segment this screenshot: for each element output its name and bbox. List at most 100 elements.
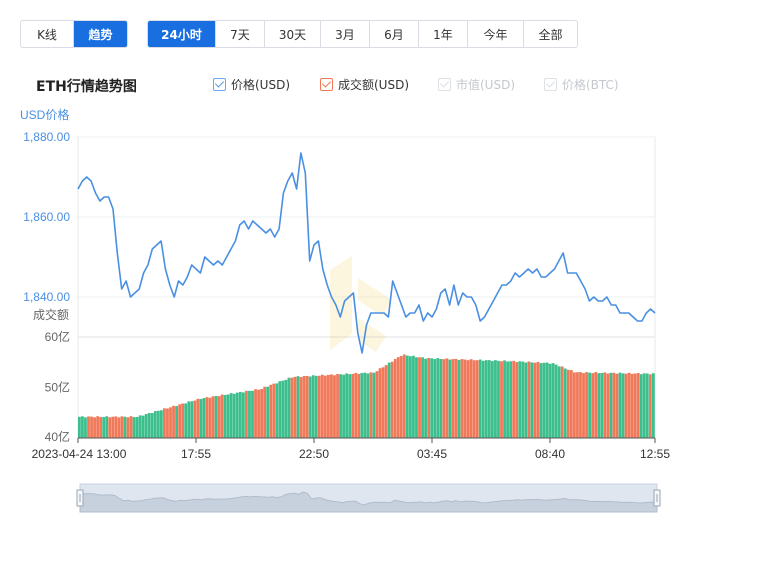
volume-bar	[551, 363, 555, 438]
volume-bar	[129, 416, 133, 438]
volume-bar	[163, 408, 166, 438]
volume-bar	[615, 373, 619, 438]
volume-bar	[345, 373, 349, 438]
volume-bar	[248, 390, 251, 438]
volume-bars	[78, 354, 655, 438]
x-tick-label: 12:55	[640, 447, 670, 461]
navigator-handle-left[interactable]	[76, 489, 84, 507]
volume-bar	[87, 416, 90, 438]
volume-bar	[636, 373, 640, 438]
volume-bar	[323, 375, 327, 438]
volume-bar	[308, 376, 312, 438]
volume-bar	[181, 403, 185, 438]
volume-bar	[135, 416, 139, 438]
volume-bar	[302, 375, 306, 438]
volume-bar	[166, 408, 169, 438]
volume-bar	[475, 360, 479, 438]
volume-bar	[284, 379, 288, 438]
volume-bar	[111, 416, 115, 438]
volume-bar	[172, 405, 175, 438]
volume-bar	[169, 407, 172, 438]
x-tick-label: 22:50	[299, 447, 329, 461]
volume-bar	[399, 356, 403, 438]
volume-bar	[214, 396, 218, 438]
volume-bar	[424, 358, 427, 438]
volume-bar	[509, 361, 513, 438]
price-line	[77, 152, 656, 354]
volume-bar	[524, 362, 528, 438]
volume-bar	[436, 358, 440, 438]
volume-bar	[639, 374, 643, 438]
volume-bar	[536, 361, 540, 438]
volume-bar	[90, 416, 93, 438]
volume-bar	[348, 374, 352, 438]
volume-bar	[624, 373, 628, 438]
volume-bar	[506, 361, 509, 438]
volume-bar	[241, 392, 245, 438]
navigator-handle-right[interactable]	[653, 489, 661, 507]
watermark-shape	[330, 256, 352, 350]
volume-bar	[235, 392, 239, 438]
volume-bar	[190, 401, 194, 438]
volume-bar	[466, 360, 470, 438]
volume-bar	[375, 371, 379, 438]
volume-bar	[454, 358, 458, 438]
volume-bar	[402, 354, 406, 438]
volume-bar	[138, 415, 142, 438]
volume-bar	[579, 372, 582, 438]
volume-bar	[99, 417, 103, 438]
volume-bar	[317, 375, 321, 438]
volume-bar	[560, 366, 564, 438]
volume-bar	[150, 413, 154, 438]
range-navigator	[76, 483, 661, 513]
volume-tick-label: 60亿	[45, 329, 70, 344]
volume-bar	[366, 373, 370, 438]
volume-bar	[144, 413, 148, 438]
watermark-logo	[330, 256, 392, 352]
volume-bar	[588, 372, 591, 438]
volume-bar	[293, 376, 297, 438]
volume-bar	[539, 363, 543, 438]
volume-bar	[78, 416, 81, 438]
volume-bar	[457, 359, 461, 438]
volume-bar	[384, 365, 388, 438]
volume-bar	[187, 401, 191, 438]
volume-bar	[175, 406, 178, 438]
volume-bar	[245, 390, 248, 438]
volume-bar	[211, 396, 215, 438]
volume-bar	[627, 372, 631, 438]
watermark-shape	[358, 278, 392, 316]
volume-bar	[548, 363, 552, 438]
volume-bar	[260, 389, 263, 438]
volume-bar	[521, 361, 525, 438]
x-tick-label: 03:45	[417, 447, 447, 461]
volume-bar	[642, 373, 646, 438]
volume-bar	[251, 390, 254, 438]
volume-bar	[263, 386, 267, 438]
price-tick-label: 1,880.00	[23, 130, 70, 144]
price-tick-label: 1,860.00	[23, 210, 70, 224]
volume-bar	[563, 368, 567, 438]
watermark-shape	[358, 318, 386, 352]
volume-bar	[369, 372, 373, 438]
volume-bar	[153, 411, 157, 438]
volume-bar	[530, 362, 534, 438]
volume-bar	[123, 416, 127, 438]
volume-bar	[114, 416, 118, 438]
x-tick-label: 2023-04-24 13:00	[32, 447, 127, 461]
volume-bar	[299, 377, 303, 438]
volume-bar	[582, 373, 585, 438]
volume-bar	[603, 372, 607, 438]
volume-bar	[609, 372, 613, 438]
volume-bar	[557, 366, 561, 438]
volume-bar	[287, 377, 291, 438]
volume-bar	[469, 359, 473, 438]
volume-bar	[357, 373, 361, 438]
volume-axis-label: 成交额	[33, 307, 69, 322]
volume-bar	[463, 359, 467, 438]
volume-bar	[178, 404, 182, 438]
volume-bar	[606, 373, 610, 438]
volume-bar	[472, 360, 476, 438]
volume-bar	[223, 394, 227, 438]
volume-bar	[378, 368, 382, 438]
